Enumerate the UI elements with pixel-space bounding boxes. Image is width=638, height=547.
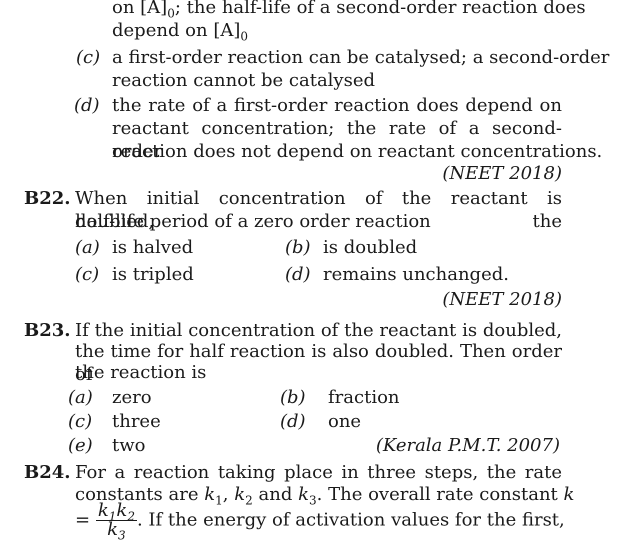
option-d-label: (d): [285, 264, 311, 285]
option-a-text: zero: [112, 387, 152, 408]
option-d-label: (d): [280, 411, 306, 432]
question-text-line3: the reaction is: [75, 362, 207, 383]
option-b-label: (b): [280, 387, 306, 408]
option-e-text: two: [112, 435, 146, 456]
question-number: B23.: [24, 320, 71, 341]
question-number: B24.: [24, 462, 71, 483]
option-d-line1: the rate of a first-order reaction does …: [112, 95, 562, 116]
question-number: B22.: [24, 188, 71, 209]
option-b-text: fraction: [328, 387, 400, 408]
option-c-label: (c): [75, 264, 100, 285]
option-d-label: (d): [74, 95, 100, 116]
source-citation: (Kerala P.M.T. 2007): [375, 435, 560, 456]
option-b-continuation-line2: depend on [A]0: [112, 20, 249, 44]
option-e-label: (e): [68, 435, 93, 456]
option-a-label: (a): [68, 387, 93, 408]
question-text-line3: = k1k2 k3 . If the energy of activation …: [75, 500, 565, 543]
option-c-text: three: [112, 411, 161, 432]
source-citation: (NEET 2018): [442, 289, 562, 310]
option-b-label: (b): [285, 237, 311, 258]
option-d-text: one: [328, 411, 362, 432]
question-text-line2: half-life period of a zero order reactio…: [75, 211, 431, 232]
option-b-text: is doubled: [323, 237, 418, 258]
question-text-line1: For a reaction taking place in three ste…: [75, 462, 562, 483]
option-a-label: (a): [75, 237, 100, 258]
option-c-line1: a first-order reaction can be catalysed;…: [112, 47, 610, 68]
option-a-text: is halved: [112, 237, 194, 258]
question-text-line1: If the initial concentration of the reac…: [75, 320, 562, 341]
option-d-line3: reaction does not depend on reactant con…: [112, 141, 603, 162]
option-c-text: is tripled: [112, 264, 194, 285]
option-c-line2: reaction cannot be catalysed: [112, 70, 376, 91]
option-b-continuation-line1: on [A]0; the half-life of a second-order…: [112, 0, 586, 21]
option-c-label: (c): [76, 47, 101, 68]
option-c-label: (c): [68, 411, 93, 432]
equals-sign: =: [75, 509, 91, 531]
source-citation: (NEET 2018): [442, 163, 562, 184]
option-d-text: remains unchanged.: [323, 264, 509, 285]
rate-constant-fraction: k1k2 k3: [95, 500, 137, 543]
